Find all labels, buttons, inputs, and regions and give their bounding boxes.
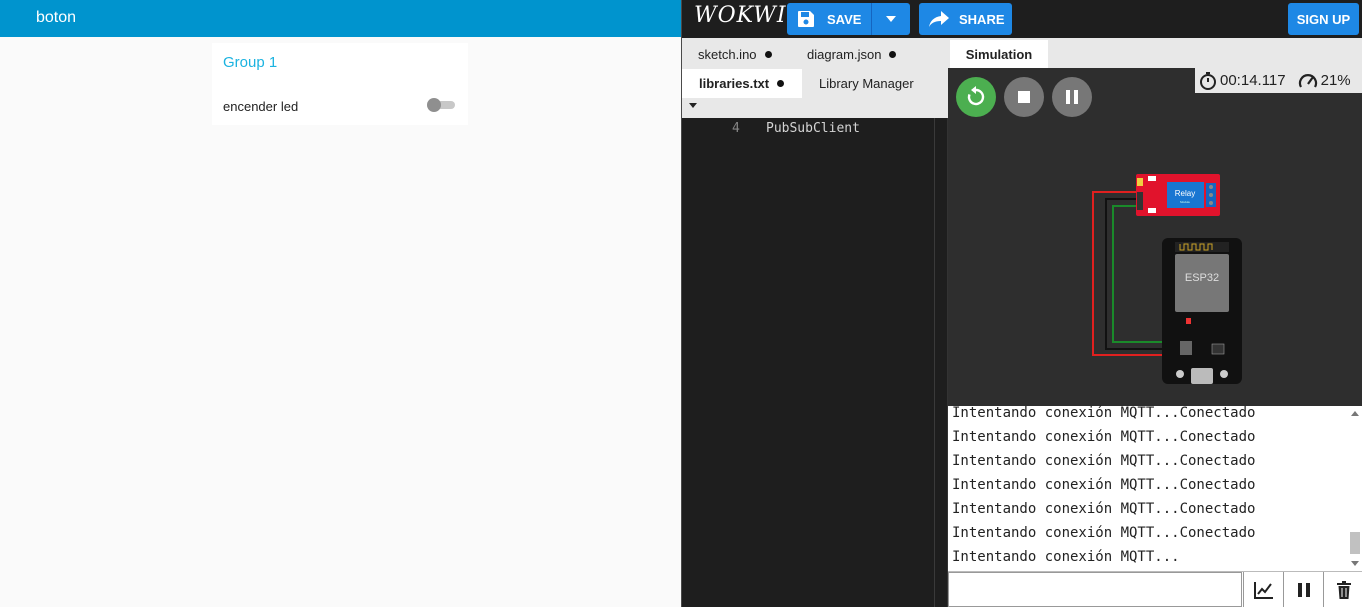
dashboard-pane: boton Group 1 encender led [0,0,681,607]
serial-clear-button[interactable] [1323,572,1362,607]
simulation-tabbar: Simulation [948,38,1362,68]
switch-label: encender led [223,99,299,114]
serial-line: Intentando conexión MQTT...Conectado [952,429,1256,445]
editor-tabbar: sketch.ino diagram.json libraries.txt Li… [682,38,948,118]
dashboard-title: boton [36,9,77,26]
serial-line: Intentando conexión MQTT...Conectado [952,453,1256,469]
floppy-icon [798,11,814,27]
tab-simulation[interactable]: Simulation [950,40,1048,68]
unsaved-dot-icon [889,51,897,58]
trash-icon [1336,580,1351,599]
share-arrow-icon [929,11,949,27]
save-options-button[interactable] [871,3,910,35]
tab-label: Library Manager [819,76,914,91]
esp32-label: ESP32 [1185,272,1219,284]
esp32-board[interactable]: ESP32 [1162,238,1242,384]
serial-plotter-button[interactable] [1243,572,1283,607]
wokwi-logo[interactable]: WOKWI [694,3,787,28]
dashboard-header: boton [0,0,681,37]
serial-input[interactable] [948,572,1242,607]
save-label: SAVE [827,11,862,27]
unsaved-dot-icon [764,51,772,58]
save-button[interactable]: SAVE [787,3,871,35]
sign-up-label: SIGN UP [1296,11,1351,27]
serial-toolbar [948,571,1362,607]
simulation-canvas[interactable]: 00:14.117 21% Relay Module ESP32 [948,68,1362,406]
wokwi-pane: WOKWI SAVE SHARE SIGN UP sketch.ino diag… [681,0,1362,607]
circuit-diagram: Relay Module ESP32 [1092,174,1242,384]
code-editor: sketch.ino diagram.json libraries.txt Li… [682,38,948,607]
relay-sublabel: Module [1180,200,1190,204]
tab-libraries-txt[interactable]: libraries.txt [682,69,802,98]
serial-line: Intentando conexión MQTT...Conectado [952,477,1256,493]
encender-led-switch[interactable] [427,98,455,112]
scroll-down-arrow-icon[interactable] [1351,559,1359,567]
serial-monitor[interactable]: Intentando conexión MQTT...Conectado Int… [948,405,1362,571]
sign-up-button[interactable]: SIGN UP [1288,3,1359,35]
dashboard-group-card: Group 1 encender led [212,43,468,125]
serial-line: Intentando conexión MQTT...Conectado [952,501,1256,517]
editor-ruler [934,118,935,607]
switch-thumb [427,98,441,112]
wokwi-topbar: WOKWI SAVE SHARE SIGN UP [682,0,1362,38]
simulation-tab-label: Simulation [965,46,1033,62]
serial-scrollbar-thumb[interactable] [1350,532,1360,554]
chart-line-icon [1253,581,1273,599]
code-area[interactable]: 4 PubSubClient [682,118,948,607]
group-title: Group 1 [223,54,278,71]
simulation-panel: Simulation 00:14.117 21% Relay Module ES… [948,38,1362,607]
serial-line: Intentando conexión MQTT...Conectado [952,405,1256,421]
tab-diagram-json[interactable]: diagram.json [807,40,897,69]
scroll-up-arrow-icon[interactable] [1351,410,1359,418]
tab-library-manager[interactable]: Library Manager [819,69,914,98]
pause-icon [1297,582,1310,597]
tab-label: diagram.json [807,47,882,62]
serial-pause-button[interactable] [1283,572,1323,607]
tab-sketch-ino[interactable]: sketch.ino [698,40,772,69]
caret-down-icon [886,16,896,22]
code-line[interactable]: PubSubClient [766,121,860,136]
serial-line: Intentando conexión MQTT...Conectado [952,525,1256,541]
relay-module[interactable]: Relay Module [1136,174,1220,216]
serial-line: Intentando conexión MQTT... [952,549,1180,565]
tab-label: libraries.txt [699,76,770,91]
relay-label: Relay [1175,189,1195,198]
unsaved-dot-icon [777,80,785,87]
tabs-menu-caret-icon[interactable] [688,100,698,110]
share-label: SHARE [959,11,1005,27]
tab-label: sketch.ino [698,47,757,62]
line-number: 4 [732,121,740,136]
share-button[interactable]: SHARE [919,3,1012,35]
